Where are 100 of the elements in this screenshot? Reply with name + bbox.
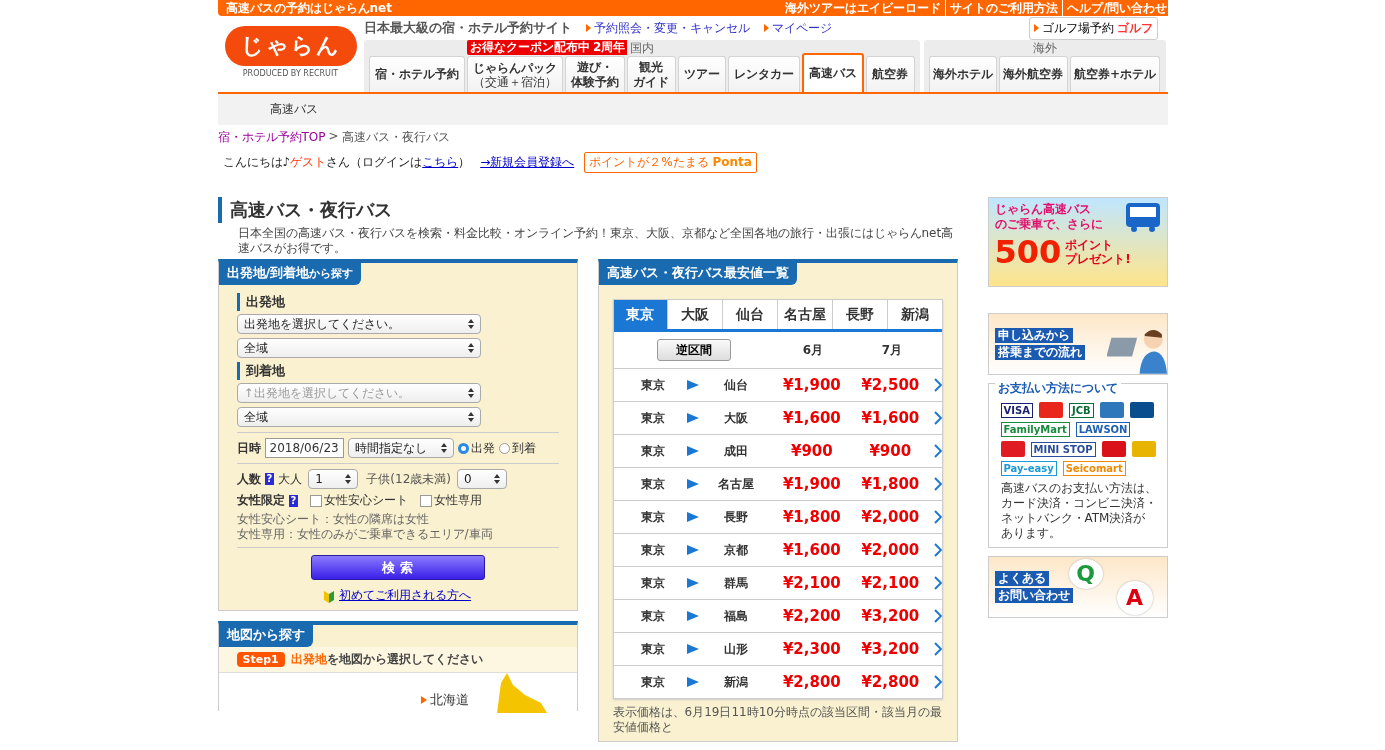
nav-tab[interactable]: レンタカー — [727, 56, 800, 92]
price-cell[interactable]: ¥2,800 — [851, 673, 930, 691]
radio-button[interactable] — [457, 442, 469, 454]
updown-arrows-icon — [467, 388, 474, 398]
nav-tab[interactable]: じゃらんパック （交通＋宿泊） — [466, 56, 563, 92]
chevron-right-icon[interactable] — [933, 609, 942, 623]
region-link[interactable]: 北海道 — [429, 691, 469, 709]
chevron-right-icon[interactable] — [933, 642, 942, 656]
golf-button[interactable]: ゴルフ場予約 ゴルフ — [1028, 16, 1158, 40]
banner-text: ポイント — [1065, 238, 1115, 252]
price-cell[interactable]: ¥900 — [772, 442, 852, 460]
price-cell[interactable]: ¥1,600 — [851, 409, 930, 427]
chevron-right-icon[interactable] — [933, 576, 942, 590]
help-icon[interactable]: ? — [264, 473, 275, 485]
price-cell[interactable]: ¥3,200 — [851, 607, 930, 625]
logo-credit: PRODUCED BY RECRUIT — [242, 69, 339, 78]
price-cell[interactable]: ¥2,300 — [772, 640, 852, 658]
price-cell[interactable]: ¥1,900 — [772, 475, 852, 493]
checkbox[interactable] — [310, 494, 323, 507]
origin-cell-text: 東京 — [640, 508, 666, 526]
city-tab[interactable]: 東京 — [613, 300, 668, 329]
price-cell[interactable]: ¥2,100 — [851, 574, 930, 592]
note-text: 女性専用：女性のみがご乗車できるエリア/車両 — [236, 527, 494, 542]
banner-text: よくある — [994, 571, 1049, 586]
time-select[interactable]: 時間指定なし — [347, 438, 454, 458]
logo[interactable]: じゃらん — [224, 26, 357, 66]
arrow-icon — [687, 412, 700, 424]
header-link[interactable]: 予約照会・変更・キャンセル — [593, 19, 750, 37]
nav-tab[interactable]: 海外航空券 — [999, 56, 1068, 92]
price-cell[interactable]: ¥1,800 — [851, 475, 930, 493]
faq-banner[interactable]: よくある お問い合わせ Q A — [987, 556, 1168, 618]
city-tab[interactable]: 仙台 — [722, 300, 777, 329]
nav-tab[interactable]: 航空券+ホテル — [1069, 56, 1161, 92]
first-time-link[interactable]: 初めてご利用される方へ — [339, 587, 471, 604]
arrow-icon — [687, 379, 700, 391]
price-cell[interactable]: ¥2,200 — [772, 607, 852, 625]
breadcrumb-separator: > — [328, 129, 339, 145]
select-field[interactable]: 全域 — [236, 338, 481, 358]
month-header: 6月 — [801, 341, 825, 359]
city-tab[interactable]: 長野 — [831, 300, 887, 329]
price-cell[interactable]: ¥1,600 — [772, 541, 852, 559]
nav-tab[interactable]: ツアー — [677, 56, 726, 92]
updown-arrows-icon — [440, 443, 447, 453]
nav-tab[interactable]: 海外ホテル — [928, 56, 998, 92]
subnav-item[interactable]: 高速バス — [269, 101, 318, 118]
price-cell[interactable]: ¥2,100 — [772, 574, 852, 592]
price-cell[interactable]: ¥3,200 — [851, 640, 930, 658]
price-cell[interactable]: ¥2,000 — [851, 508, 930, 526]
panel-header: 出発地/到着地から探す — [218, 263, 362, 285]
nav-tab[interactable]: 高速バス — [802, 53, 865, 92]
nav-tab[interactable]: 遊び・ 体験予約 — [565, 56, 626, 92]
nav-group-label: 国内 — [629, 40, 654, 56]
destination-cell-text: 成田 — [722, 442, 749, 460]
nav-tab[interactable]: 観光 ガイド — [627, 56, 676, 92]
payment-logo: LAWSON — [1075, 422, 1131, 437]
login-link[interactable]: こちら — [422, 155, 459, 169]
child-select[interactable]: 0 — [456, 469, 507, 489]
search-button[interactable]: 検 索 — [310, 555, 485, 580]
header-link[interactable]: マイページ — [771, 19, 832, 37]
select-field[interactable]: 全域 — [236, 407, 481, 427]
price-cell[interactable]: ¥1,800 — [772, 508, 852, 526]
nav-tab[interactable]: 宿・ホテル予約 — [368, 56, 465, 92]
price-cell[interactable]: ¥1,900 — [772, 376, 852, 394]
price-cell[interactable]: ¥1,600 — [772, 409, 852, 427]
banner-text: プレゼント! — [1065, 252, 1131, 266]
radio-button[interactable] — [498, 442, 510, 454]
chevron-right-icon[interactable] — [933, 444, 942, 458]
price-cell[interactable]: ¥2,800 — [772, 673, 852, 691]
city-tab[interactable]: 大阪 — [667, 300, 723, 329]
select-field[interactable]: 出発地を選択してください。 — [236, 314, 481, 334]
checkbox[interactable] — [420, 494, 433, 507]
breadcrumb-link[interactable]: 宿・ホテル予約TOP — [217, 129, 326, 146]
help-icon[interactable]: ? — [288, 494, 299, 507]
chevron-right-icon[interactable] — [933, 675, 942, 689]
origin-cell-text: 東京 — [640, 607, 666, 625]
radio-label: 到着 — [511, 439, 536, 457]
chevron-right-icon[interactable] — [933, 543, 942, 557]
price-cell[interactable]: ¥900 — [851, 442, 930, 460]
arrow-icon — [687, 676, 700, 688]
price-cell[interactable]: ¥2,500 — [851, 376, 930, 394]
field-label: 到着地 — [236, 362, 559, 380]
adult-select[interactable]: 1 — [308, 469, 359, 489]
date-field[interactable]: 2018/06/23 — [264, 438, 344, 458]
flow-banner[interactable]: 申し込みから 搭乗までの流れ — [987, 313, 1168, 375]
chevron-right-icon[interactable] — [933, 510, 942, 524]
chevron-right-icon[interactable] — [933, 477, 942, 491]
question-bubble: Q — [1068, 559, 1103, 589]
updown-arrows-icon — [345, 474, 352, 484]
register-link[interactable]: →新規会員登録へ — [480, 154, 575, 171]
reverse-button[interactable]: 逆区間 — [656, 339, 731, 361]
city-tab[interactable]: 新潟 — [886, 300, 942, 329]
banner-text: 申し込みから — [994, 328, 1073, 343]
price-cell[interactable]: ¥2,000 — [851, 541, 930, 559]
arrow-icon — [687, 610, 700, 622]
chevron-right-icon[interactable] — [933, 411, 942, 425]
city-tab[interactable]: 名古屋 — [777, 300, 832, 329]
nav-tab[interactable]: 航空券 — [866, 56, 915, 92]
chevron-right-icon[interactable] — [933, 378, 942, 392]
destination-cell-text: 大阪 — [722, 409, 749, 427]
bullet-triangle-icon — [420, 696, 427, 704]
